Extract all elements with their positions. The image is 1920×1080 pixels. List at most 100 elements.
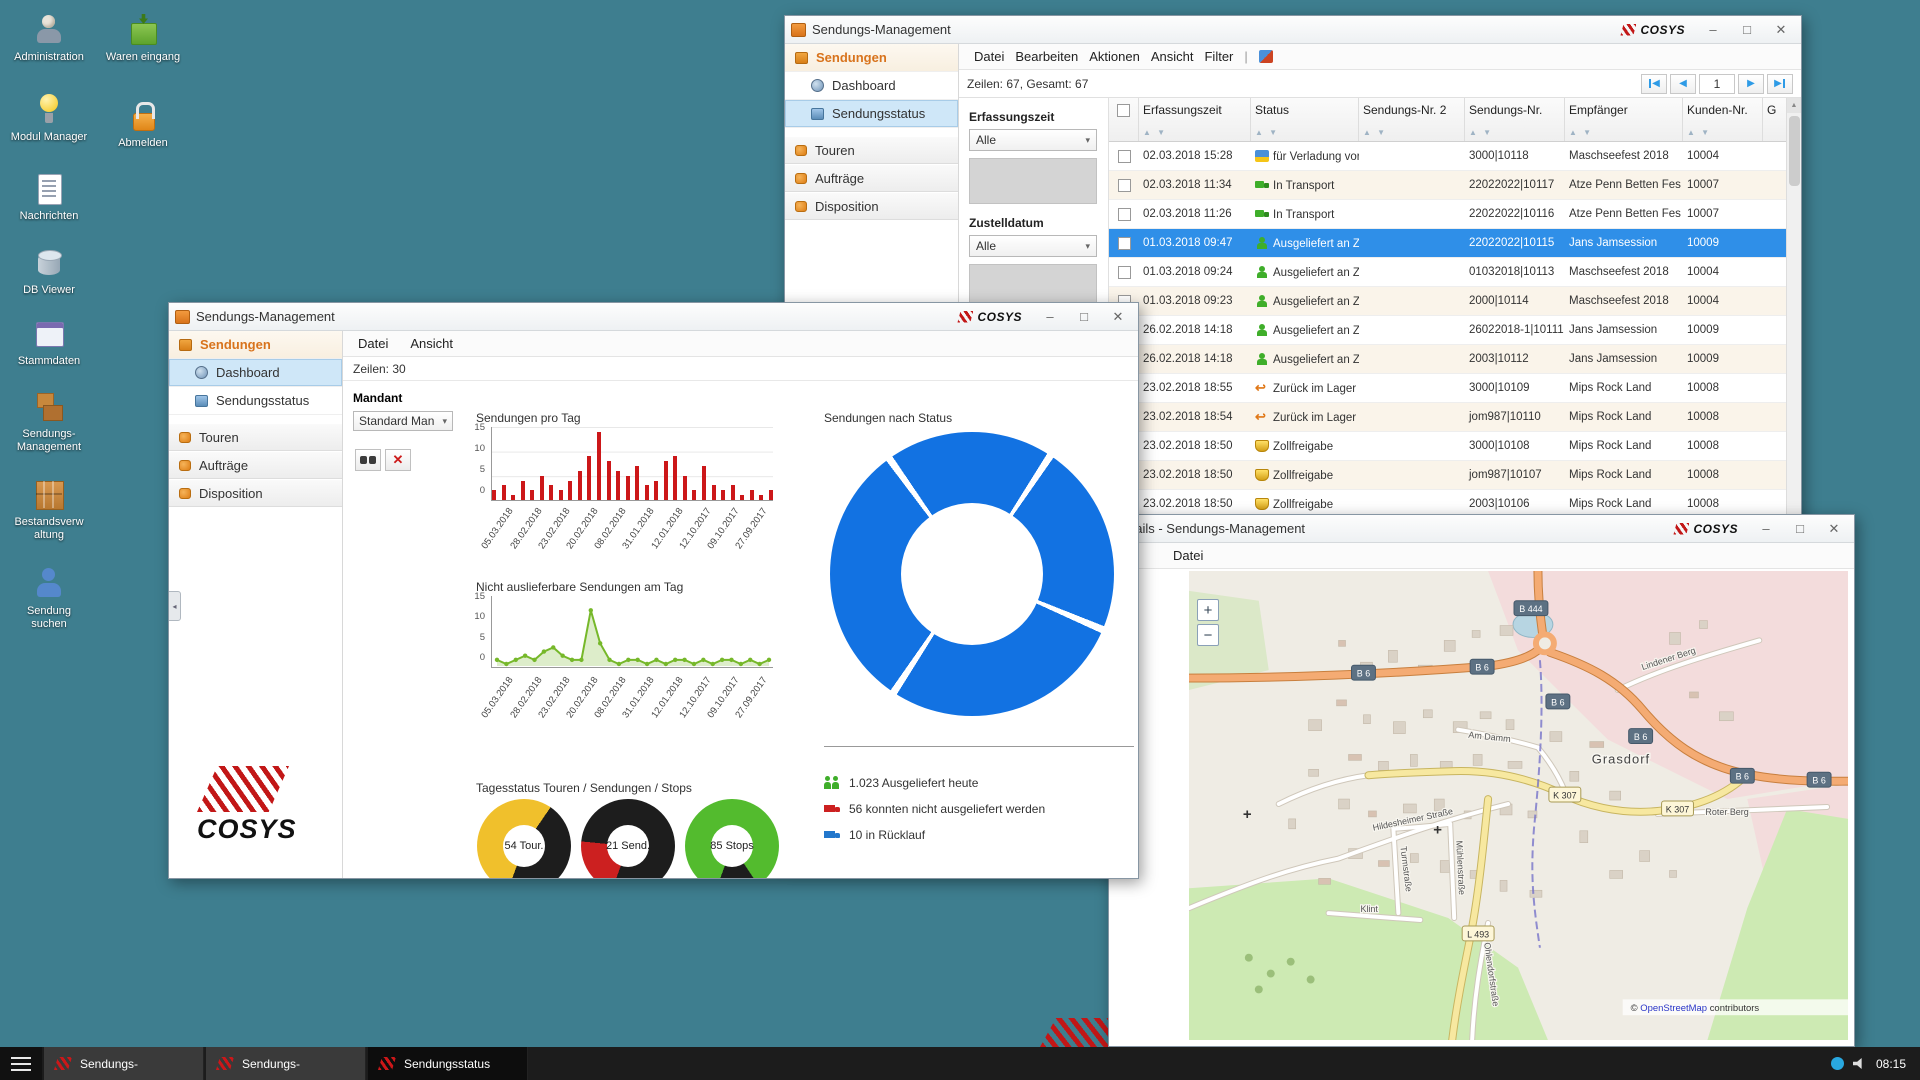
page-number-input[interactable]: 1 xyxy=(1699,74,1735,94)
sidebar-item-dashboard[interactable]: Dashboard xyxy=(785,72,958,100)
table-row[interactable]: 01.03.2018 09:47Ausgeliefert an Zi220220… xyxy=(1109,229,1801,258)
menu-aktionen[interactable]: Aktionen xyxy=(1089,49,1140,64)
zoom-out-button[interactable]: − xyxy=(1197,624,1219,646)
desktop-icon-nachrichten[interactable]: Nachrichten xyxy=(8,171,90,223)
minimize-button[interactable] xyxy=(1036,307,1064,327)
table-row[interactable]: 02.03.2018 15:28für Verladung vor3000|10… xyxy=(1109,142,1801,171)
clear-button[interactable] xyxy=(385,449,411,471)
start-menu-button[interactable] xyxy=(0,1047,42,1080)
sidebar-item-dashboard[interactable]: Dashboard xyxy=(169,359,342,387)
desktop-icon-modul-manager[interactable]: Modul Manager xyxy=(8,92,90,144)
table-row[interactable]: 23.02.2018 18:55Zurück im Lager3000|1010… xyxy=(1109,374,1801,403)
openstreetmap-link[interactable]: OpenStreetMap xyxy=(1640,1003,1707,1014)
minimize-button[interactable] xyxy=(1752,519,1780,539)
menu-filter[interactable]: Filter xyxy=(1204,49,1233,64)
title-bar[interactable]: Details - Sendungs-Management COSYS xyxy=(1109,515,1854,543)
table-row[interactable]: 23.02.2018 18:50Zollfreigabe3000|10108Mi… xyxy=(1109,432,1801,461)
sidebar: Sendungen Dashboard Sendungsstatus Toure… xyxy=(169,331,343,878)
gauge-2: 85 Stops xyxy=(685,799,779,878)
desktop-icon-sendung-suchen[interactable]: Sendung suchen xyxy=(8,566,90,630)
sidebar-item-sendungsstatus[interactable]: Sendungsstatus xyxy=(785,100,958,128)
bar xyxy=(568,481,572,500)
table-row[interactable]: 23.02.2018 18:54Zurück im Lagerjom987|10… xyxy=(1109,403,1801,432)
menu-ansicht[interactable]: Ansicht xyxy=(410,336,453,351)
cosys-logo: COSYS xyxy=(1673,522,1738,536)
table-row[interactable]: 26.02.2018 14:18Ausgeliefert an Zi260220… xyxy=(1109,316,1801,345)
menu-datei[interactable]: Datei xyxy=(1173,548,1203,563)
map-canvas[interactable]: + − xyxy=(1189,571,1848,1040)
taskbar-button-sendungs-2[interactable]: Sendungs- xyxy=(206,1047,366,1080)
network-icon[interactable] xyxy=(1831,1057,1844,1070)
search-binoculars-button[interactable] xyxy=(355,449,381,471)
close-button[interactable] xyxy=(1820,519,1848,539)
desktop-icon-abmelden[interactable]: Abmelden xyxy=(102,98,184,150)
prev-page-button[interactable]: ◀ xyxy=(1670,74,1696,94)
next-page-button[interactable]: ▶ xyxy=(1738,74,1764,94)
desktop-icon-wareneingang[interactable]: Waren eingang xyxy=(102,12,184,64)
col-status[interactable]: Status▲ ▼ xyxy=(1251,98,1359,141)
title-bar[interactable]: Sendungs-Management COSYS xyxy=(169,303,1138,331)
table-row[interactable]: 02.03.2018 11:34In Transport22022022|101… xyxy=(1109,171,1801,200)
zustelldatum-select[interactable]: Alle▾ xyxy=(969,235,1097,257)
sidebar-item-touren[interactable]: Touren xyxy=(785,136,958,164)
maximize-button[interactable] xyxy=(1070,307,1098,327)
sidebar-item-sendungsstatus[interactable]: Sendungsstatus xyxy=(169,387,342,415)
menu-ansicht[interactable]: Ansicht xyxy=(1151,49,1194,64)
first-page-button[interactable]: ◀ xyxy=(1641,74,1667,94)
bar xyxy=(616,471,620,500)
menu-datei[interactable]: Datei xyxy=(974,49,1004,64)
sidebar-item-sendungen[interactable]: Sendungen xyxy=(169,331,342,359)
scrollbar-thumb[interactable] xyxy=(1789,116,1800,186)
select-all-checkbox[interactable] xyxy=(1117,104,1130,117)
maximize-button[interactable] xyxy=(1786,519,1814,539)
collapse-sidebar-tab[interactable]: ◂ xyxy=(168,591,181,621)
menu-datei[interactable]: Datei xyxy=(358,336,388,351)
table-row[interactable]: 26.02.2018 14:18Ausgeliefert an Zi2003|1… xyxy=(1109,345,1801,374)
desktop-icon-db-viewer[interactable]: DB Viewer xyxy=(8,245,90,297)
sidebar-item-auftraege[interactable]: Aufträge xyxy=(785,164,958,192)
menu-bearbeiten[interactable]: Bearbeiten xyxy=(1015,49,1078,64)
bar xyxy=(740,495,744,500)
orange-box-icon xyxy=(795,52,808,64)
table-row[interactable]: 01.03.2018 09:24Ausgeliefert an Zi010320… xyxy=(1109,258,1801,287)
map-window: Details - Sendungs-Management COSYS Date… xyxy=(1108,514,1855,1047)
sidebar-item-touren[interactable]: Touren xyxy=(169,423,342,451)
row-checkbox[interactable] xyxy=(1118,150,1131,163)
bar-chart-yaxis: 151050 xyxy=(461,422,485,496)
erfassungszeit-select[interactable]: Alle▾ xyxy=(969,129,1097,151)
last-page-button[interactable]: ▶ xyxy=(1767,74,1793,94)
col-kunden-nr[interactable]: Kunden-Nr.▲ ▼ xyxy=(1683,98,1763,141)
row-checkbox[interactable] xyxy=(1118,179,1131,192)
close-button[interactable] xyxy=(1767,20,1795,40)
table-row[interactable]: 01.03.2018 09:23Ausgeliefert an Zi2000|1… xyxy=(1109,287,1801,316)
close-button[interactable] xyxy=(1104,307,1132,327)
table-row[interactable]: 02.03.2018 11:26In Transport22022022|101… xyxy=(1109,200,1801,229)
desktop-icon-bestandsverwaltung[interactable]: Bestandsverw altung xyxy=(8,477,90,541)
desktop-icon-administration[interactable]: Administration xyxy=(8,12,90,64)
sidebar-item-disposition[interactable]: Disposition xyxy=(785,192,958,220)
title-bar[interactable]: Sendungs-Management COSYS xyxy=(785,16,1801,44)
desktop-icon-sendungs-management[interactable]: Sendungs-Management xyxy=(8,389,90,453)
table-row[interactable]: 23.02.2018 18:50Zollfreigabejom987|10107… xyxy=(1109,461,1801,490)
mandant-select[interactable]: Standard Man▾ xyxy=(353,411,453,431)
zoom-in-button[interactable]: + xyxy=(1197,599,1219,621)
col-empfaenger[interactable]: Empfänger▲ ▼ xyxy=(1565,98,1683,141)
taskbar-button-sendungsstatus[interactable]: Sendungsstatus xyxy=(368,1047,528,1080)
row-checkbox[interactable] xyxy=(1118,208,1131,221)
desktop-icon-stammdaten[interactable]: Stammdaten xyxy=(8,316,90,368)
row-checkbox[interactable] xyxy=(1118,237,1131,250)
col-sendungs-nr-2[interactable]: Sendungs-Nr. 2▲ ▼ xyxy=(1359,98,1465,141)
col-sendungs-nr[interactable]: Sendungs-Nr.▲ ▼ xyxy=(1465,98,1565,141)
row-checkbox[interactable] xyxy=(1118,266,1131,279)
sidebar-item-auftraege[interactable]: Aufträge xyxy=(169,451,342,479)
status-icon xyxy=(1255,440,1269,452)
volume-icon[interactable] xyxy=(1853,1058,1867,1070)
maximize-button[interactable] xyxy=(1733,20,1761,40)
sidebar-item-disposition[interactable]: Disposition xyxy=(169,479,342,507)
sidebar-item-sendungen[interactable]: Sendungen xyxy=(785,44,958,72)
menu-extra-icon[interactable] xyxy=(1259,50,1273,63)
taskbar-button-sendungs-1[interactable]: Sendungs- xyxy=(44,1047,204,1080)
scroll-up-icon[interactable]: ▲ xyxy=(1787,98,1801,113)
minimize-button[interactable] xyxy=(1699,20,1727,40)
col-erfassungszeit[interactable]: Erfassungszeit▲ ▼ xyxy=(1139,98,1251,141)
